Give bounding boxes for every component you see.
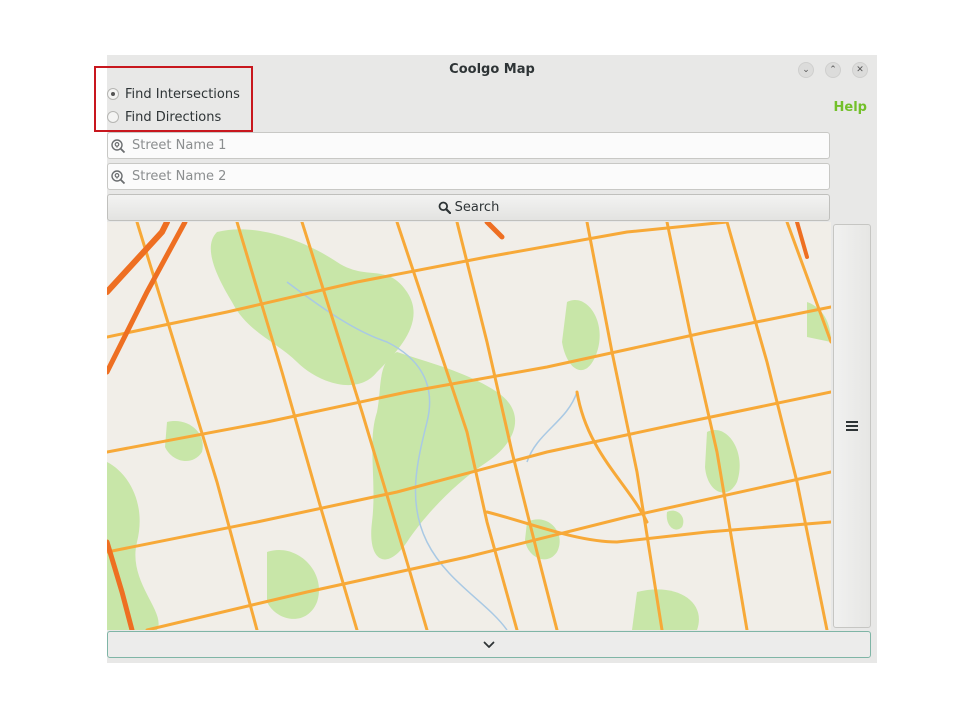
close-button[interactable]: ✕ bbox=[852, 62, 868, 78]
app-window: Coolgo Map ⌄ ⌃ ✕ Find Intersections Find… bbox=[107, 55, 877, 663]
street-name-1-field[interactable] bbox=[107, 132, 830, 159]
radio-label-directions: Find Directions bbox=[125, 109, 222, 125]
street-name-2-input[interactable] bbox=[132, 165, 829, 188]
search-button-label: Search bbox=[454, 200, 500, 215]
street-name-2-field[interactable] bbox=[107, 163, 830, 190]
maximize-button[interactable]: ⌃ bbox=[825, 62, 841, 78]
title-bar[interactable]: Coolgo Map ⌄ ⌃ ✕ bbox=[107, 55, 877, 87]
radio-find-directions[interactable]: Find Directions bbox=[107, 107, 221, 127]
search-button[interactable]: Search bbox=[107, 194, 830, 221]
help-link[interactable]: Help bbox=[834, 100, 867, 115]
street-name-1-input[interactable] bbox=[132, 134, 829, 157]
bottom-panel-toggle[interactable] bbox=[107, 631, 871, 658]
map-canvas[interactable] bbox=[107, 222, 831, 630]
side-panel-toggle[interactable] bbox=[833, 224, 871, 628]
radio-indicator-unchecked[interactable] bbox=[107, 111, 119, 123]
radio-indicator-checked[interactable] bbox=[107, 88, 119, 100]
hamburger-menu-icon bbox=[846, 421, 858, 431]
radio-find-intersections[interactable]: Find Intersections bbox=[107, 84, 240, 104]
location-search-icon bbox=[111, 169, 126, 184]
search-icon bbox=[438, 201, 451, 214]
radio-label-intersections: Find Intersections bbox=[125, 86, 240, 102]
window-title: Coolgo Map bbox=[449, 62, 535, 77]
chevron-down-icon bbox=[483, 641, 495, 648]
minimize-button[interactable]: ⌄ bbox=[798, 62, 814, 78]
location-search-icon bbox=[111, 138, 126, 153]
map-view[interactable] bbox=[107, 222, 831, 630]
